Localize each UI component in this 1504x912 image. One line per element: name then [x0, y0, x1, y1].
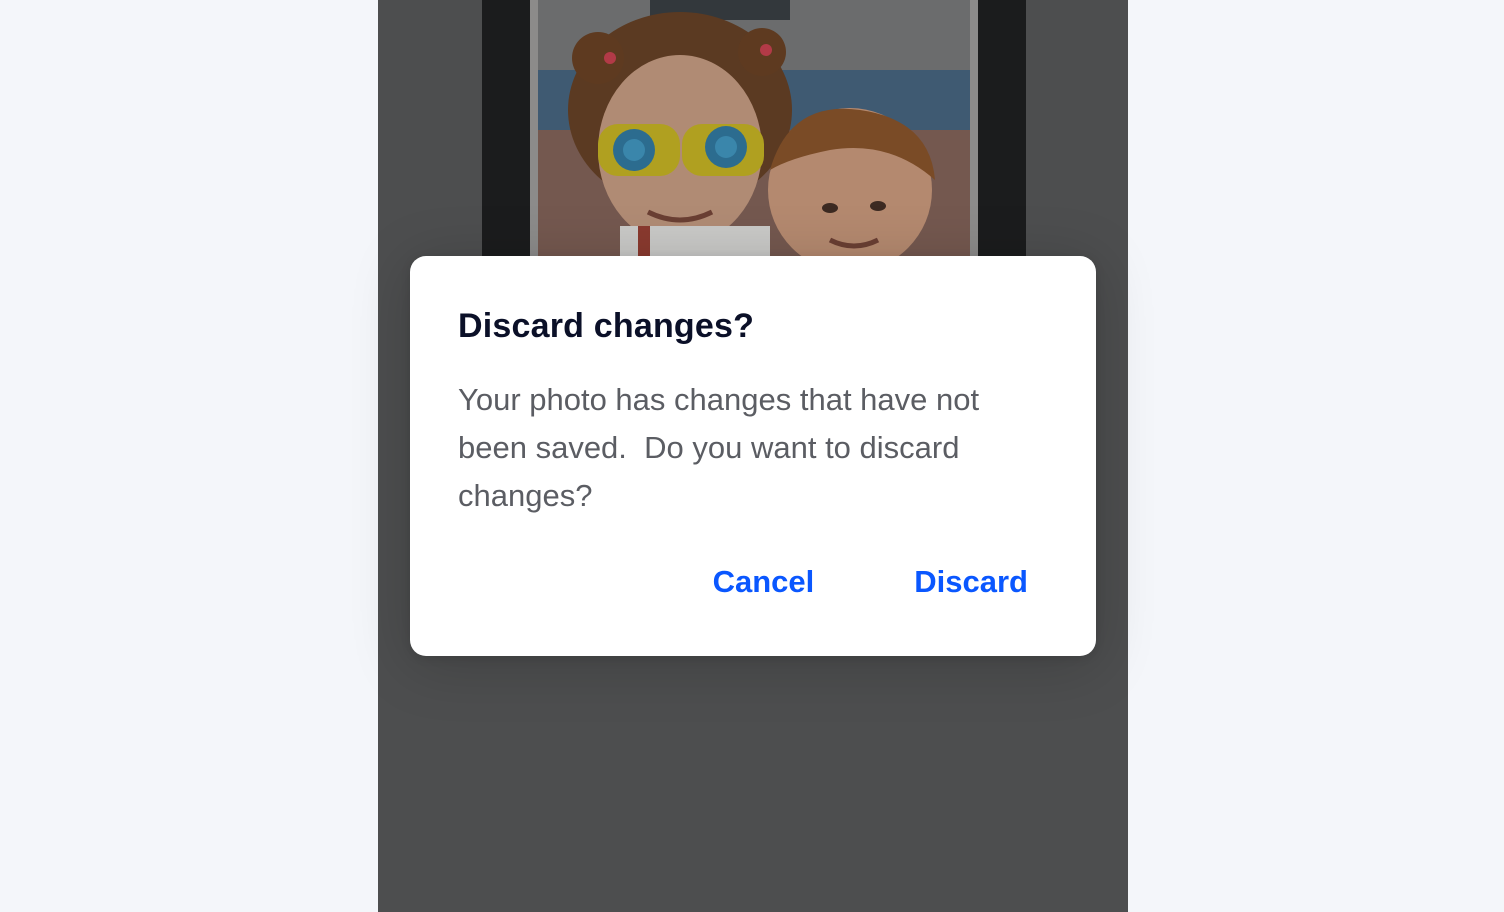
dialog-actions: Cancel Discard [713, 562, 1028, 602]
cancel-button[interactable]: Cancel [713, 562, 815, 602]
discard-changes-dialog: Discard changes? Your photo has changes … [410, 256, 1096, 656]
dialog-title: Discard changes? [458, 307, 755, 345]
dialog-message: Your photo has changes that have not bee… [458, 382, 988, 513]
page: Discard changes? Your photo has changes … [0, 0, 1504, 912]
discard-button[interactable]: Discard [914, 562, 1028, 602]
